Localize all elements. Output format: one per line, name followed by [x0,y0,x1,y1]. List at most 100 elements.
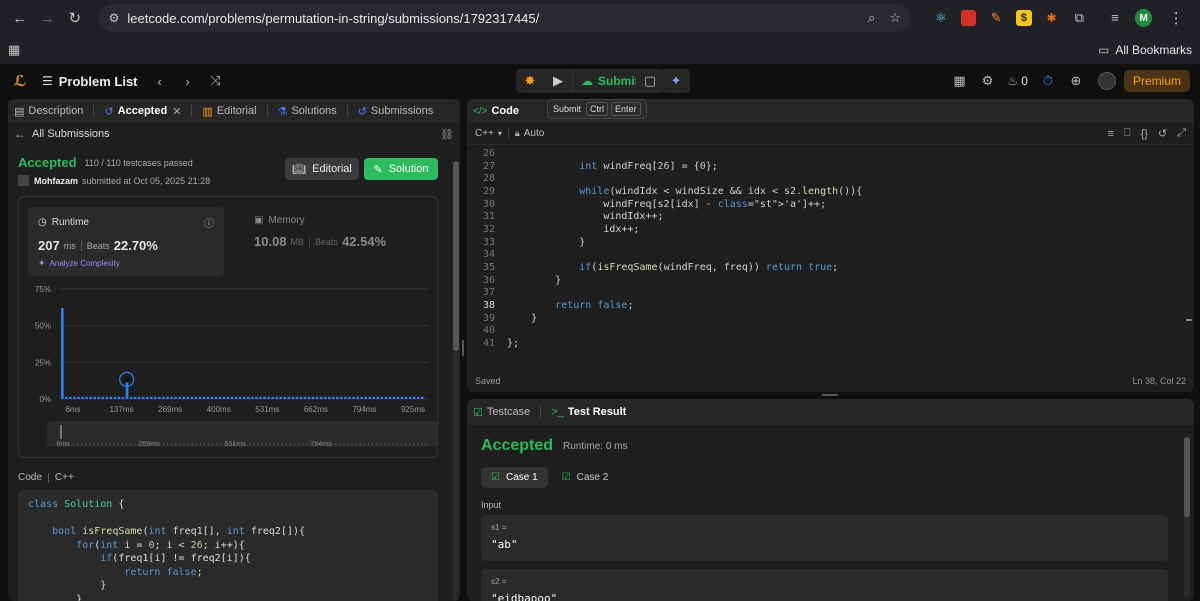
add-friend-icon[interactable]: ⊕ [1062,69,1090,93]
scrollbar-thumb[interactable] [1184,437,1190,517]
media-queue-icon[interactable]: ≡ [1107,10,1123,26]
chart-bar[interactable] [69,396,72,399]
ai-sparkle-icon[interactable]: ✦ [662,69,690,93]
chart-bar[interactable] [416,396,420,399]
chart-bar[interactable] [251,396,254,399]
layout-icon[interactable]: ▦ [946,69,974,93]
all-submissions-link[interactable]: ← All Submissions [14,127,110,141]
chart-bar[interactable] [279,396,283,399]
chart-bar[interactable] [356,396,359,399]
chart-bar[interactable] [170,396,173,399]
tab-editorial[interactable]: ▥ Editorial [202,105,256,118]
chart-bar[interactable] [218,396,222,399]
submitter-name[interactable]: Mohfazam [34,176,78,186]
chart-bar[interactable] [61,308,64,399]
chart-bar[interactable] [226,396,230,399]
chart-bar[interactable] [206,396,210,399]
profile-avatar[interactable]: M [1134,9,1153,27]
user-avatar[interactable] [1097,72,1116,90]
dollar-extension-icon[interactable]: $ [1016,10,1032,26]
chart-bar[interactable] [121,396,125,399]
chart-bar[interactable] [412,396,416,399]
language-selector[interactable]: C++ ▾ [475,128,502,139]
chart-bar[interactable] [190,396,194,399]
solution-button[interactable]: ✎ Solution [364,158,438,180]
pen-extension-icon[interactable]: ✎ [988,10,1004,26]
scrollbar-thumb[interactable] [453,161,459,351]
chart-bar[interactable] [299,396,303,399]
chart-bar[interactable] [145,396,149,399]
chart-bar[interactable] [247,396,250,399]
chart-bar[interactable] [348,396,351,399]
zoom-icon[interactable]: ⌕ [868,10,875,26]
chart-bar[interactable] [243,396,246,399]
chart-bar[interactable] [214,396,218,399]
chart-bar[interactable] [141,396,145,399]
timer-icon[interactable]: ⏱ [1034,69,1062,93]
user-avatar-small[interactable] [18,175,29,186]
chart-bar[interactable] [101,396,105,399]
chart-bar[interactable] [234,396,238,399]
reload-icon[interactable]: ↻ [63,6,87,30]
chart-bar[interactable] [319,396,323,399]
chart-bar[interactable] [336,396,339,399]
chart-bar[interactable] [162,396,165,399]
chart-bar[interactable] [360,396,363,399]
chart-bar[interactable] [291,396,295,399]
tab-accepted[interactable]: ↺ Accepted ✕ [104,105,181,118]
chart-bar[interactable] [133,396,137,399]
tab-test-result[interactable]: >_ Test Result [551,406,626,418]
input-s1-box[interactable]: s1 = "ab" [481,515,1168,561]
chart-bar[interactable] [327,396,331,399]
vertical-resize-handle[interactable] [462,340,464,356]
chart-bar[interactable] [380,396,384,399]
chart-bar[interactable] [271,396,274,399]
chart-bar[interactable] [255,396,258,399]
chart-bar[interactable] [275,396,278,399]
premium-button[interactable]: Premium [1123,70,1190,92]
input-s2-box[interactable]: s2 = "eidbaooo" [481,569,1168,601]
chart-bar[interactable] [113,396,117,399]
all-bookmarks-button[interactable]: ▭ All Bookmarks [1098,43,1192,57]
extensions-puzzle-icon[interactable]: ⧉ [1071,10,1087,26]
chart-bar[interactable] [392,396,396,399]
chart-bar[interactable] [404,396,408,399]
left-scrollbar[interactable] [453,161,459,601]
chart-bar[interactable] [93,396,96,399]
lock-extension-icon[interactable] [960,10,977,26]
chart-bar[interactable] [344,396,347,399]
auto-mode-toggle[interactable]: 🔒︎ Auto [515,128,544,139]
chart-bar[interactable] [81,396,84,399]
chart-bar[interactable] [420,396,424,399]
chart-bar[interactable] [230,396,234,399]
notes-icon[interactable]: ▢ [636,69,664,93]
analyze-complexity-link[interactable]: ✦ Analyze Complexity [38,258,214,269]
chart-bar[interactable] [149,396,153,399]
format-icon[interactable]: ≡ [1108,128,1114,140]
chart-bar[interactable] [408,396,412,399]
link-icon[interactable]: ⛓ [440,128,454,141]
chart-bar[interactable] [267,396,270,399]
back-icon[interactable]: ← [8,6,32,30]
chart-bar[interactable] [194,396,198,399]
result-scrollbar[interactable] [1184,437,1190,597]
chart-bar[interactable] [186,396,190,399]
chart-bar[interactable] [384,396,388,399]
chart-bar[interactable] [364,396,367,399]
streak-counter[interactable]: ♨ 0 [1008,74,1028,88]
chart-bar[interactable] [85,396,88,399]
code-editor[interactable]: 26 27 int windFreq[26] = {0}; 28 29 while(w… [467,145,1194,373]
chart-bar[interactable] [352,396,355,399]
case-2-tab[interactable]: ☑ Case 2 [552,467,619,488]
chart-bar[interactable] [307,396,311,399]
chart-bar[interactable] [174,396,177,399]
chart-bar[interactable] [368,396,372,399]
chart-bar[interactable] [65,396,68,399]
chart-bar[interactable] [117,396,121,399]
editor-scrollbar[interactable] [1186,319,1192,321]
shuffle-icon[interactable]: ⤨ [202,69,230,93]
info-icon[interactable]: ⓘ [204,215,214,230]
forward-icon[interactable]: → [36,6,60,30]
chart-bar[interactable] [283,396,287,399]
memory-card[interactable]: ▣ Memory 10.08 MB Beats 42.54% [244,207,424,276]
